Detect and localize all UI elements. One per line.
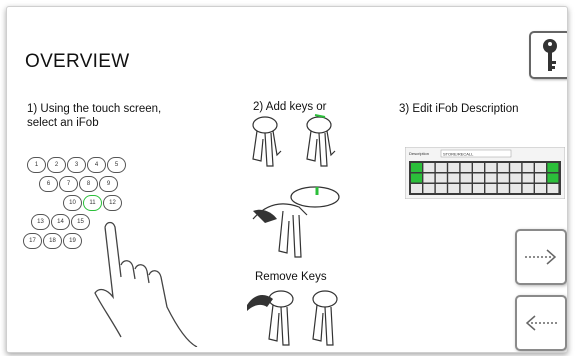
keyboard-preview-key bbox=[497, 184, 509, 193]
back-button[interactable] bbox=[515, 295, 567, 351]
ifob-slot-6: 6 bbox=[39, 176, 58, 192]
keyboard-preview-key bbox=[423, 163, 435, 172]
keyboard-preview-key bbox=[435, 173, 447, 183]
keyboard-preview-icon: Description STORE/RECALL bbox=[404, 146, 566, 200]
keyboard-preview-key bbox=[497, 173, 509, 183]
ifob-slot-7: 7 bbox=[59, 176, 78, 192]
keyboard-preview-key bbox=[485, 163, 497, 172]
keyboard-preview-key bbox=[522, 173, 534, 183]
next-button[interactable] bbox=[515, 229, 567, 285]
ifob-slot-9: 9 bbox=[99, 176, 118, 192]
keyboard-preview-key bbox=[473, 163, 484, 172]
keyboard-preview-key bbox=[547, 173, 559, 183]
keyboard-preview-key bbox=[522, 163, 534, 172]
keyboard-preview-key bbox=[510, 163, 522, 172]
keyboard-preview-key bbox=[435, 163, 447, 172]
arrow-left-icon bbox=[525, 315, 557, 331]
ifob-slot-5: 5 bbox=[107, 157, 126, 173]
keyboard-preview-key bbox=[535, 184, 546, 193]
keyboard-preview-key bbox=[448, 163, 460, 172]
keyboard-preview-key bbox=[535, 163, 546, 172]
ifob-description-keyboard-preview: Description STORE/RECALL bbox=[404, 146, 566, 200]
ifob-slot-18: 18 bbox=[43, 233, 62, 249]
add-keys-illustration bbox=[252, 114, 340, 258]
page-title: OVERVIEW bbox=[25, 51, 130, 72]
keyboard-preview-key bbox=[411, 173, 422, 183]
keyboard-preview-key bbox=[535, 173, 546, 183]
ifob-slot-8: 8 bbox=[79, 176, 98, 192]
keyboard-preview-key bbox=[423, 184, 435, 193]
key-icon bbox=[543, 39, 557, 71]
ifob-slot-1: 1 bbox=[27, 157, 46, 173]
keyboard-preview-key bbox=[411, 163, 422, 172]
keyboard-preview-key bbox=[435, 184, 447, 193]
keyboard-preview-key bbox=[423, 173, 435, 183]
svg-text:Description: Description bbox=[409, 151, 429, 156]
keyboard-preview-key bbox=[473, 184, 484, 193]
keyboard-preview-key bbox=[510, 173, 522, 183]
step-3-text: 3) Edit iFob Description bbox=[399, 103, 519, 115]
remove-keys-illustration bbox=[247, 290, 338, 346]
ifob-slot-2: 2 bbox=[47, 157, 66, 173]
remove-keys-text: Remove Keys bbox=[255, 271, 327, 283]
keyboard-preview-key bbox=[460, 163, 472, 172]
step-1-text: 1) Using the touch screen, select an iFo… bbox=[27, 103, 162, 129]
ifob-slot-14: 14 bbox=[51, 214, 70, 230]
keyboard-preview-key bbox=[473, 173, 484, 183]
keyboard-preview-key bbox=[485, 184, 497, 193]
hand-pointer-illustration bbox=[94, 221, 198, 347]
keyboard-preview-key bbox=[547, 184, 559, 193]
keyboard-preview-key bbox=[448, 173, 460, 183]
ifob-slot-17: 17 bbox=[23, 233, 42, 249]
arrow-right-icon bbox=[525, 249, 557, 265]
svg-text:STORE/RECALL: STORE/RECALL bbox=[443, 152, 474, 157]
ifob-slot-3: 3 bbox=[67, 157, 86, 173]
ifob-slot-4: 4 bbox=[87, 157, 106, 173]
key-button[interactable] bbox=[529, 31, 567, 79]
keyboard-preview-key bbox=[497, 163, 509, 172]
keyboard-preview-key bbox=[485, 173, 497, 183]
keyboard-preview-key bbox=[547, 163, 559, 172]
keyboard-preview-key bbox=[510, 184, 522, 193]
keyboard-preview-key bbox=[448, 184, 460, 193]
ifob-slot-13: 13 bbox=[31, 214, 50, 230]
keyboard-preview-key bbox=[460, 173, 472, 183]
keyboard-preview-key bbox=[460, 184, 472, 193]
keyboard-preview-key bbox=[522, 184, 534, 193]
keyboard-preview-key bbox=[411, 184, 422, 193]
overview-screen: OVERVIEW 1) Using the touch screen, sele… bbox=[6, 6, 568, 353]
